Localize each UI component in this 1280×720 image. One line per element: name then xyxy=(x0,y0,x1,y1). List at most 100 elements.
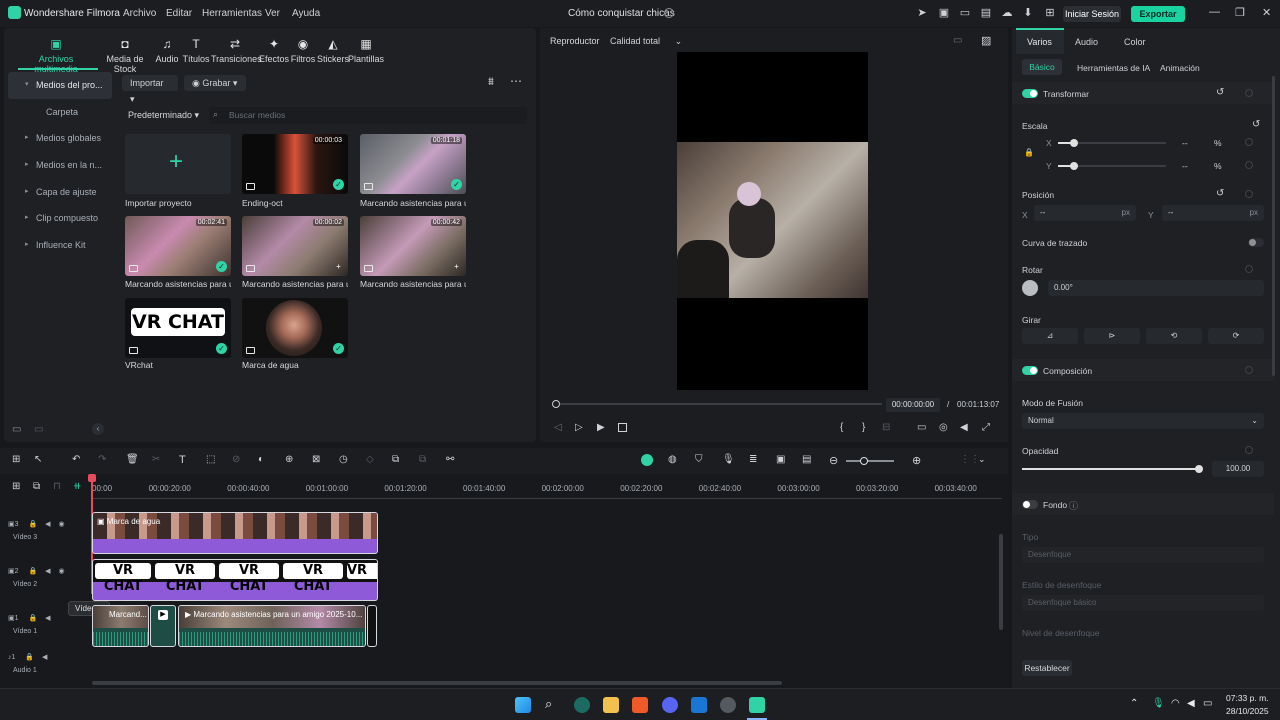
scale-y-handle[interactable] xyxy=(1070,162,1078,170)
zoom-in-icon[interactable]: ⊕ xyxy=(912,454,921,467)
mute-icon[interactable]: ◀ xyxy=(45,568,50,575)
windows-start-icon[interactable] xyxy=(515,697,531,713)
wifi-icon[interactable]: ◠ xyxy=(1171,698,1180,709)
redo-icon[interactable]: ↷ xyxy=(98,454,106,465)
mute-icon[interactable]: ◀ xyxy=(45,521,50,528)
feedback-icon[interactable]: ▣ xyxy=(938,7,950,19)
brave-browser-icon[interactable] xyxy=(632,697,648,713)
lock-icon[interactable]: 🔒 xyxy=(25,654,34,661)
path-curve-toggle[interactable] xyxy=(1248,238,1264,247)
subtab-herramientas-ia[interactable]: Herramientas de IA xyxy=(1077,63,1150,73)
link-icon[interactable]: ⚯ xyxy=(446,454,454,465)
new-folder-icon[interactable]: ▭ xyxy=(12,424,21,435)
tab-color[interactable]: Color xyxy=(1124,37,1146,47)
type-select[interactable]: Desenfoque xyxy=(1022,547,1264,563)
clip-transition[interactable]: ▶ xyxy=(150,605,176,647)
filter-icon[interactable]: ⩩ xyxy=(488,76,494,89)
position-x-input[interactable]: -- px xyxy=(1034,205,1136,221)
tab-titulos[interactable]: T Títulos xyxy=(181,38,211,64)
rotate-dial[interactable] xyxy=(1022,280,1038,296)
menu-ver[interactable]: Ver xyxy=(265,8,280,19)
clip-marca-de-agua[interactable]: ▣ Marca de agua xyxy=(92,512,378,554)
zoom-out-icon[interactable]: ⊖ xyxy=(829,454,838,467)
color-icon[interactable]: ◐ xyxy=(258,454,264,465)
rotate-input[interactable]: 0.00° xyxy=(1048,280,1264,296)
playhead-handle[interactable] xyxy=(88,474,96,482)
filmora-taskbar-icon[interactable] xyxy=(749,697,765,713)
position-y-input[interactable]: -- px xyxy=(1162,205,1264,221)
snap-icon[interactable]: ⧺ xyxy=(73,481,81,492)
pip-icon[interactable]: ▣ xyxy=(776,454,785,465)
apps-grid-icon[interactable]: ⊞ xyxy=(1044,7,1056,19)
step-play-icon[interactable]: ▷ xyxy=(575,422,583,433)
add-track-icon[interactable]: ⊞ xyxy=(12,481,20,492)
help-icon[interactable]: ⓘ xyxy=(1069,499,1078,512)
lock-ratio-icon[interactable]: 🔒 xyxy=(1024,148,1034,157)
cloud-icon[interactable]: ☁ xyxy=(1001,7,1013,19)
media-thumb-marcando-3[interactable]: 00:00:02 + xyxy=(242,216,348,276)
clip-vrchat[interactable]: VR CHAT VR CHAT VR CHAT VR CHAT VR C xyxy=(92,559,378,601)
scale-x-handle[interactable] xyxy=(1070,139,1078,147)
mask-icon[interactable]: ⊘ xyxy=(232,454,240,465)
rotate-left-button[interactable]: ⟲ xyxy=(1146,328,1202,344)
inspector-scrollbar[interactable] xyxy=(1272,76,1275,376)
subtab-animacion[interactable]: Animación xyxy=(1160,63,1200,73)
mute-icon[interactable]: ◀ xyxy=(45,615,50,622)
keyframe-icon[interactable] xyxy=(1245,138,1253,146)
collapse-sidebar-icon[interactable]: ‹ xyxy=(92,423,104,435)
menu-herramientas[interactable]: Herramientas xyxy=(202,8,262,19)
reset-button[interactable]: Restablecer xyxy=(1022,660,1072,676)
play-icon[interactable]: ▶ xyxy=(597,422,605,433)
menu-ayuda[interactable]: Ayuda xyxy=(292,8,320,19)
snapshot-view-icon[interactable]: ▨ xyxy=(981,34,991,47)
sidebar-item-medios-globales[interactable]: ▸ Medios globales xyxy=(8,125,112,152)
reset-transform-icon[interactable]: ↺ xyxy=(1216,87,1224,98)
clock-date[interactable]: 28/10/2025 xyxy=(1226,706,1269,716)
keyframe-icon[interactable] xyxy=(1245,446,1253,454)
send-icon[interactable]: ➤ xyxy=(916,7,928,19)
download-icon[interactable]: ⬇ xyxy=(1022,7,1034,19)
steam-icon[interactable] xyxy=(720,697,736,713)
magnet-icon[interactable]: ⊓ xyxy=(53,481,61,492)
speed-icon[interactable]: ◷ xyxy=(339,454,348,465)
composition-toggle[interactable] xyxy=(1022,366,1038,375)
photos-icon[interactable] xyxy=(691,697,707,713)
opacity-input[interactable]: 100.00 xyxy=(1212,461,1264,477)
camera-icon[interactable]: ◎ xyxy=(939,422,948,433)
fit-icon[interactable]: ⊠ xyxy=(312,454,320,465)
scale-y-value[interactable]: -- xyxy=(1182,161,1188,171)
cut-icon[interactable]: ✂ xyxy=(152,454,160,465)
fullscreen-icon[interactable]: ⤢ xyxy=(982,422,990,433)
reset-position-icon[interactable]: ↺ xyxy=(1216,188,1224,199)
blur-style-select[interactable]: Desenfoque básico xyxy=(1022,595,1264,611)
sidebar-item-medios-nube[interactable]: ▸ Medios en la n... xyxy=(8,152,112,179)
lock-icon[interactable]: 🔒 xyxy=(28,521,37,528)
prev-frame-icon[interactable]: ◁ xyxy=(554,422,562,433)
clip-marcando-b[interactable]: ▶ Marcando asistencias para un amigo 202… xyxy=(178,605,366,647)
ai-tool-icon[interactable]: ⊕ xyxy=(285,454,293,465)
display-icon[interactable]: ▭ xyxy=(917,422,926,433)
record-dropdown[interactable]: ◉ Grabar ▾ xyxy=(184,75,246,91)
mute-icon[interactable]: ◀ xyxy=(42,654,47,661)
mic-tray-icon[interactable]: 🎙 xyxy=(1152,698,1165,709)
maximize-icon[interactable]: ❐ xyxy=(1235,6,1245,19)
mark-out-icon[interactable]: } xyxy=(862,422,865,433)
import-dropdown[interactable]: Importar ▾ xyxy=(122,75,178,104)
detach-icon[interactable]: ⧉ xyxy=(419,454,426,465)
media-thumb-marca-agua[interactable]: ✓ xyxy=(242,298,348,358)
delete-icon[interactable]: 🗑 xyxy=(126,454,139,465)
sidebar-item-medios-proyecto[interactable]: ▾ Medios del pro... xyxy=(8,72,112,99)
copilot-icon[interactable] xyxy=(574,697,590,713)
import-project-tile[interactable]: + xyxy=(125,134,231,194)
keyframe-icon[interactable] xyxy=(1245,161,1253,169)
media-thumb-marcando-1[interactable]: 00:01:18 ✓ xyxy=(360,134,466,194)
add-icon[interactable]: + xyxy=(333,261,344,272)
file-explorer-icon[interactable] xyxy=(603,697,619,713)
scale-x-value[interactable]: -- xyxy=(1182,138,1188,148)
tab-efectos[interactable]: ✦ Efectos xyxy=(258,38,290,64)
audio-mix-icon[interactable]: ≣ xyxy=(749,454,757,465)
add-icon[interactable]: + xyxy=(451,261,462,272)
tray-chevron-icon[interactable]: ⌃ xyxy=(1130,698,1138,709)
sidebar-item-carpeta[interactable]: Carpeta xyxy=(8,99,112,126)
search-input[interactable]: ⌕ Buscar medios xyxy=(209,107,527,124)
